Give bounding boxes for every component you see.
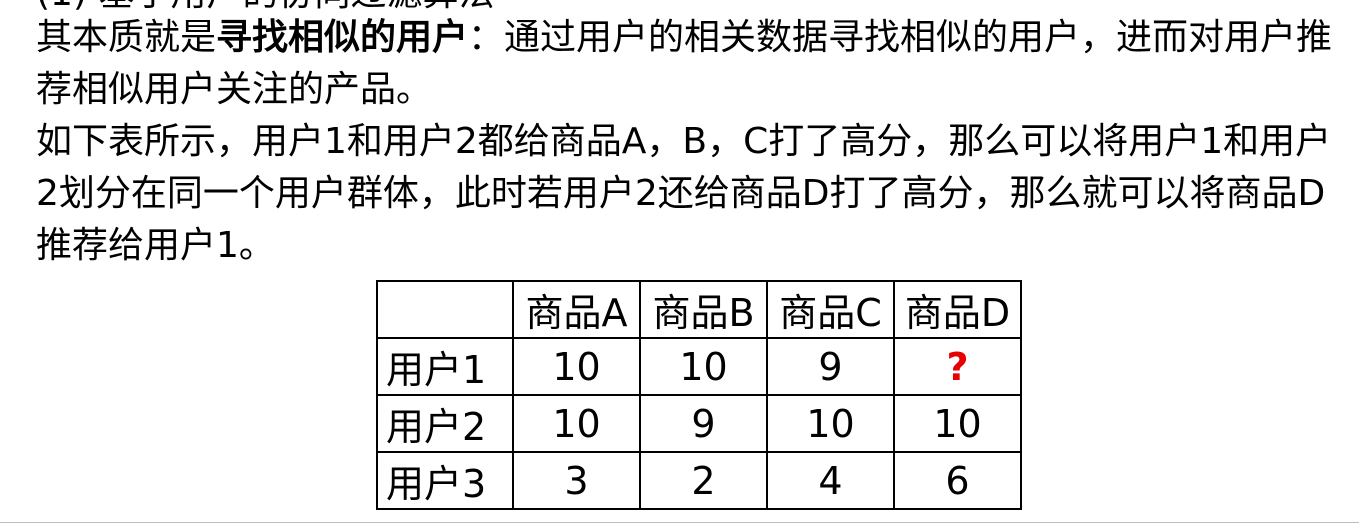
unknown-rating-mark: ? xyxy=(946,344,969,389)
column-header-a: 商品A xyxy=(512,280,641,339)
paragraph-example: 如下表所示，用户1和用户2都给商品A，B，C打了高分，那么可以将用户1和用户2划… xyxy=(36,121,1332,266)
rating-cell: 3 xyxy=(512,451,641,510)
table-row: 用户2 10 9 10 10 xyxy=(376,394,1022,453)
ratings-table: 商品A 商品B 商品C 商品D 用户1 10 10 9 ? 用户2 10 9 1… xyxy=(376,280,1022,510)
rating-cell: 10 xyxy=(766,394,895,453)
unknown-rating-cell: ? xyxy=(893,337,1022,396)
row-header-user3: 用户3 xyxy=(376,451,514,510)
bottom-divider xyxy=(0,522,1359,523)
paragraph-definition: 其本质就是寻找相似的用户：通过用户的相关数据寻找相似的用户，进而对用户推荐相似用… xyxy=(36,12,1346,116)
definition-prefix: 其本质就是 xyxy=(36,17,217,58)
row-header-user1: 用户1 xyxy=(376,337,514,396)
corner-cell xyxy=(376,280,514,339)
table-row: 用户3 3 2 4 6 xyxy=(376,451,1022,510)
column-header-c: 商品C xyxy=(766,280,895,339)
rating-cell: 10 xyxy=(512,337,641,396)
rating-cell: 9 xyxy=(639,394,768,453)
rating-cell: 2 xyxy=(639,451,768,510)
column-header-d: 商品D xyxy=(893,280,1022,339)
body-text: 其本质就是寻找相似的用户：通过用户的相关数据寻找相似的用户，进而对用户推荐相似用… xyxy=(36,12,1346,272)
definition-emphasis: 寻找相似的用户 xyxy=(216,17,469,58)
column-header-b: 商品B xyxy=(639,280,768,339)
rating-cell: 6 xyxy=(893,451,1022,510)
rating-cell: 10 xyxy=(639,337,768,396)
table-row: 用户1 10 10 9 ? xyxy=(376,337,1022,396)
rating-cell: 10 xyxy=(512,394,641,453)
row-header-user2: 用户2 xyxy=(376,394,514,453)
section-heading-text: (1) 基于用户的协同过滤算法 xyxy=(36,0,736,12)
rating-cell: 10 xyxy=(893,394,1022,453)
rating-cell: 9 xyxy=(766,337,895,396)
rating-cell: 4 xyxy=(766,451,895,510)
table-header-row: 商品A 商品B 商品C 商品D xyxy=(376,280,1022,339)
section-heading: (1) 基于用户的协同过滤算法 xyxy=(36,0,736,12)
